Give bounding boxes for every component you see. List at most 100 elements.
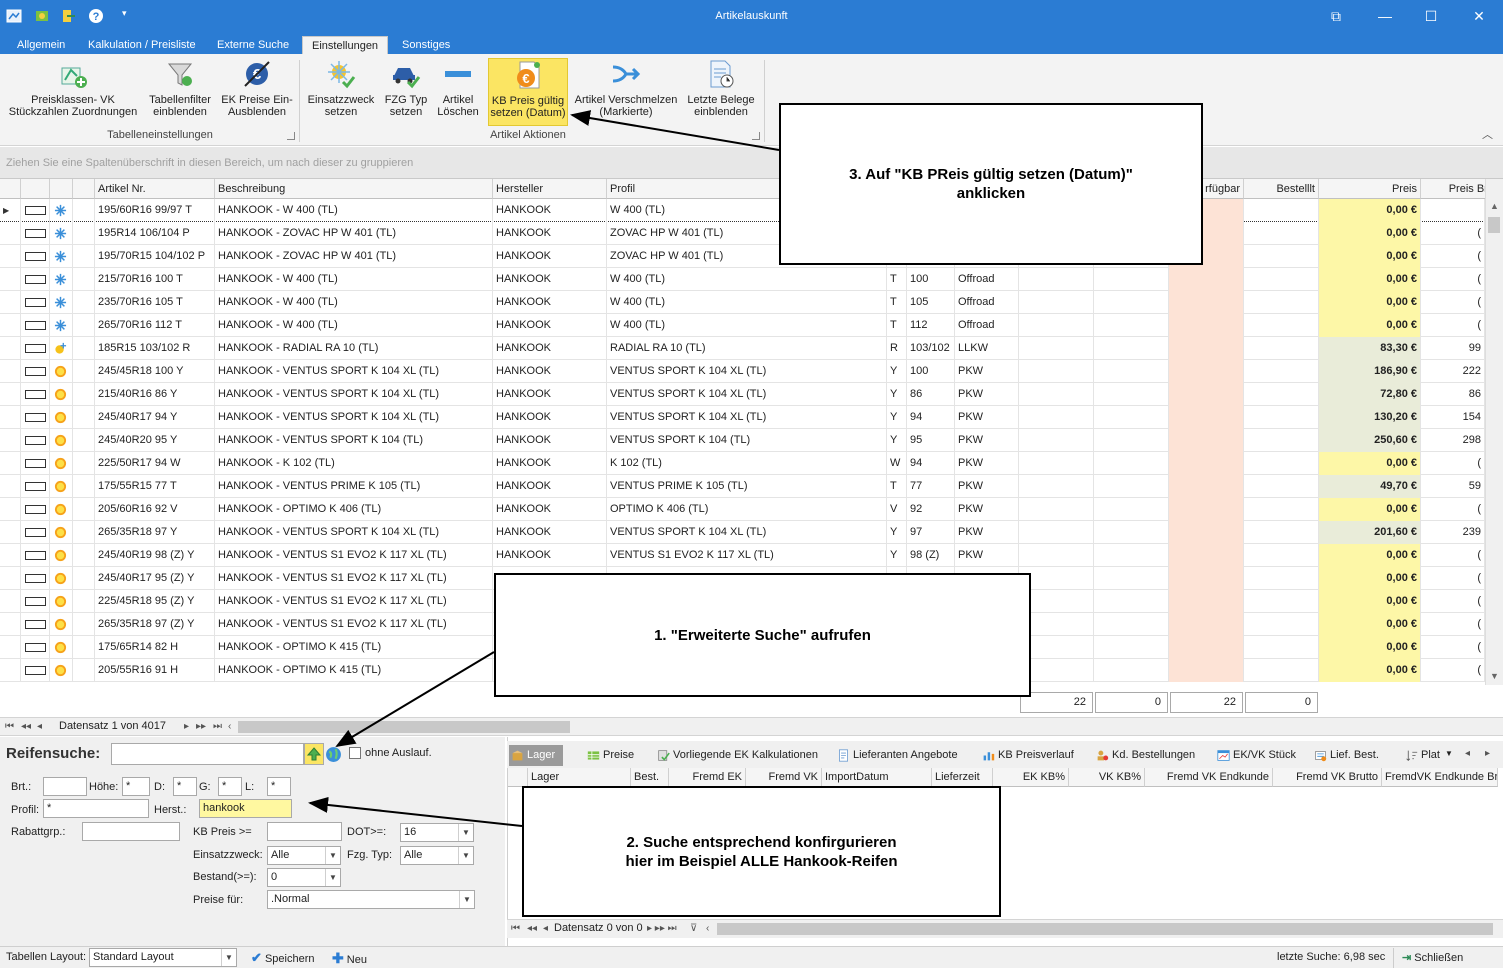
- row-checkbox[interactable]: [21, 268, 50, 291]
- extended-search-button[interactable]: [304, 743, 324, 765]
- brt-input[interactable]: [43, 777, 87, 796]
- chevron-down-icon[interactable]: ▼: [459, 891, 474, 908]
- row-check-box[interactable]: [25, 413, 46, 422]
- tab-allgemein[interactable]: Allgemein: [8, 36, 74, 54]
- tab-scroll-left-icon[interactable]: ◂: [1465, 748, 1470, 759]
- einsatzzweck-select[interactable]: Alle ▼: [267, 846, 341, 865]
- g-input[interactable]: *: [218, 777, 242, 796]
- maximize-button[interactable]: ☐: [1421, 6, 1441, 26]
- l-input[interactable]: *: [267, 777, 291, 796]
- row-checkbox[interactable]: [21, 383, 50, 406]
- sub-header-fremd-ek[interactable]: Fremd EK: [669, 768, 746, 787]
- sub-header-fremdvk-endkunde-brutto[interactable]: FremdVK Endkunde Bru: [1382, 768, 1498, 787]
- group-launcher-icon[interactable]: [752, 132, 760, 140]
- bestand-spin[interactable]: 0 ▼: [267, 868, 341, 887]
- sub-header-lager[interactable]: Lager: [528, 768, 631, 787]
- header-bestellt[interactable]: Bestelllt: [1244, 179, 1319, 199]
- row-checkbox[interactable]: [21, 429, 50, 452]
- row-check-box[interactable]: [25, 367, 46, 376]
- chevron-down-icon[interactable]: ▼: [458, 847, 473, 864]
- tab-scroll-right-icon[interactable]: ▸: [1485, 748, 1490, 759]
- new-layout-button[interactable]: ✚ Neu: [332, 949, 367, 967]
- d-input[interactable]: *: [173, 777, 197, 796]
- tab-lager[interactable]: Lager: [509, 745, 564, 766]
- row-check-box[interactable]: [25, 390, 46, 399]
- row-checkbox[interactable]: [21, 222, 50, 245]
- sub-header-fremd-vk-brutto[interactable]: Fremd VK Brutto: [1273, 768, 1382, 787]
- row-checkbox[interactable]: [21, 613, 50, 636]
- row-check-box[interactable]: [25, 459, 46, 468]
- tabellenfilter-button[interactable]: Tabellenfilter einblenden: [145, 58, 215, 126]
- ek-preise-button[interactable]: € EK Preise Ein- Ausblenden: [220, 58, 294, 126]
- preisklassen-button[interactable]: Preisklassen- VK Stückzahlen Zuordnungen: [6, 58, 140, 126]
- table-row[interactable]: 225/50R17 94 W HANKOOK - K 102 (TL) HANKOO…: [0, 452, 1485, 475]
- kb-preis-setzen-button[interactable]: € KB Preis gültig setzen (Datum): [488, 58, 568, 126]
- row-check-box[interactable]: [25, 252, 46, 261]
- row-check-box[interactable]: [25, 206, 46, 215]
- hscroll-left-icon[interactable]: ‹: [228, 721, 231, 732]
- sub-horizontal-scroll-thumb[interactable]: [717, 923, 1493, 935]
- sub-nav-first-icon[interactable]: ⏮: [511, 923, 520, 934]
- row-check-box[interactable]: [25, 666, 46, 675]
- table-row[interactable]: 265/35R18 97 Y HANKOOK - VENTUS SPORT K 1…: [0, 521, 1485, 544]
- nav-next-page-icon[interactable]: ▸▸: [196, 721, 206, 732]
- row-checkbox[interactable]: [21, 567, 50, 590]
- layout-select[interactable]: Standard Layout ▼: [89, 948, 237, 967]
- horizontal-scroll-thumb[interactable]: [238, 721, 570, 733]
- chevron-down-icon[interactable]: ▼: [325, 869, 340, 886]
- einsatzzweck-button[interactable]: Einsatzzweck setzen: [305, 58, 377, 126]
- minimize-button[interactable]: —: [1375, 6, 1395, 26]
- nav-next-icon[interactable]: ▸: [184, 721, 189, 732]
- row-checkbox[interactable]: [21, 544, 50, 567]
- sub-nav-filter-icon[interactable]: ⊽: [690, 923, 697, 934]
- row-checkbox[interactable]: [21, 337, 50, 360]
- row-check-box[interactable]: [25, 528, 46, 537]
- scroll-up-icon[interactable]: ▲: [1490, 201, 1499, 211]
- row-check-box[interactable]: [25, 482, 46, 491]
- row-checkbox[interactable]: [21, 475, 50, 498]
- preise-fuer-select[interactable]: .Normal ▼: [267, 890, 475, 909]
- table-row[interactable]: 245/40R20 95 Y HANKOOK - VENTUS SPORT K 1…: [0, 429, 1485, 452]
- herst-input[interactable]: hankook: [199, 799, 292, 818]
- row-check-box[interactable]: [25, 574, 46, 583]
- header-preis[interactable]: Preis: [1319, 179, 1421, 199]
- row-check-box[interactable]: [25, 436, 46, 445]
- globe-icon[interactable]: [325, 746, 342, 763]
- table-row[interactable]: 265/70R16 112 T HANKOOK - W 400 (TL) HANKO…: [0, 314, 1485, 337]
- sub-header-vk-kb[interactable]: VK KB%: [1069, 768, 1145, 787]
- row-checkbox[interactable]: [21, 406, 50, 429]
- table-row[interactable]: 235/70R16 105 T HANKOOK - W 400 (TL) HANKO…: [0, 291, 1485, 314]
- sub-header-importdatum[interactable]: ImportDatum: [822, 768, 932, 787]
- profil-input[interactable]: *: [43, 799, 149, 818]
- row-check-box[interactable]: [25, 643, 46, 652]
- row-check-box[interactable]: [25, 229, 46, 238]
- save-layout-button[interactable]: ✔ Speichern: [251, 949, 315, 967]
- row-check-box[interactable]: [25, 505, 46, 514]
- table-row[interactable]: 195R14 106/104 P HANKOOK - ZOVAC HP W 401…: [0, 222, 1485, 245]
- tab-preise[interactable]: Preise: [585, 745, 634, 766]
- chevron-down-icon[interactable]: ▼: [221, 949, 236, 966]
- header-hersteller[interactable]: Hersteller: [493, 179, 607, 199]
- chevron-down-icon[interactable]: ▼: [458, 824, 473, 841]
- row-check-box[interactable]: [25, 551, 46, 560]
- tab-kb-preisverlauf[interactable]: KB Preisverlauf: [980, 745, 1074, 766]
- table-row[interactable]: 245/40R17 94 Y HANKOOK - VENTUS SPORT K 1…: [0, 406, 1485, 429]
- fzg-typ-select[interactable]: Alle ▼: [400, 846, 474, 865]
- tab-einstellungen[interactable]: Einstellungen: [302, 36, 389, 54]
- tab-externe-suche[interactable]: Externe Suche: [208, 36, 298, 54]
- table-row[interactable]: 245/45R18 100 Y HANKOOK - VENTUS SPORT K …: [0, 360, 1485, 383]
- row-check-box[interactable]: [25, 321, 46, 330]
- chevron-down-icon[interactable]: ▼: [325, 847, 340, 864]
- fulltext-search-input[interactable]: [111, 743, 304, 765]
- table-row[interactable]: ▶ 195/60R16 99/97 T HANKOOK - W 400 (TL) HA…: [0, 199, 1485, 222]
- grid-vertical-scrollbar[interactable]: ▲ ▼: [1485, 179, 1503, 685]
- tab-dropdown-icon[interactable]: ▼: [1445, 749, 1453, 758]
- sub-nav-next-icon[interactable]: ▸ ▸▸ ⏭: [647, 923, 677, 934]
- tab-lief-best[interactable]: Lief. Best.: [1312, 745, 1379, 766]
- row-checkbox[interactable]: [21, 452, 50, 475]
- sub-header-lieferzeit[interactable]: Lieferzeit: [932, 768, 993, 787]
- tab-plat[interactable]: Plat: [1403, 745, 1440, 766]
- sub-nav-prev-icon[interactable]: ◂: [543, 923, 548, 934]
- fzg-typ-button[interactable]: FZG Typ setzen: [381, 58, 431, 126]
- scroll-down-icon[interactable]: ▼: [1490, 671, 1499, 681]
